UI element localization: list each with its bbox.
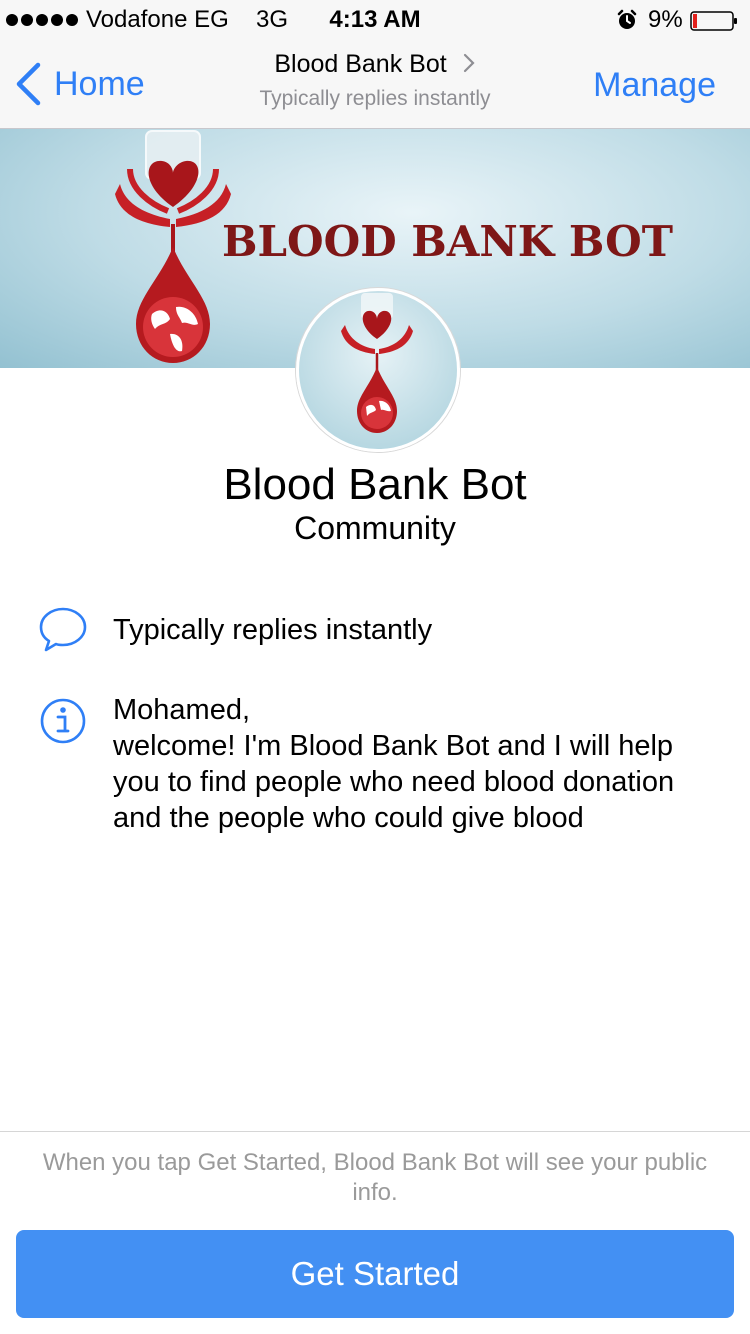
about-row: Mohamed, welcome! I'm Blood Bank Bot and… [38, 692, 718, 872]
avatar[interactable] [296, 288, 460, 452]
back-button[interactable]: Home [14, 60, 145, 108]
response-time-text: Typically replies instantly [113, 614, 433, 646]
chat-bubble-icon [39, 607, 87, 652]
about-text-block: Mohamed, welcome! I'm Blood Bank Bot and… [113, 692, 683, 836]
battery-low-icon [690, 11, 737, 31]
nav-subtitle: Typically replies instantly [259, 87, 491, 110]
response-time-row: Typically replies instantly [38, 604, 718, 654]
page-name: Blood Bank Bot [223, 460, 527, 509]
get-started-button[interactable]: Get Started [16, 1230, 734, 1318]
status-bar: Vodafone EG 3G 4:13 AM 9% [0, 0, 750, 40]
privacy-note: When you tap Get Started, Blood Bank Bot… [42, 1149, 708, 1206]
footer-divider [0, 1131, 750, 1132]
about-description: welcome! I'm Blood Bank Bot and I will h… [113, 730, 675, 834]
back-button-label: Home [54, 64, 145, 103]
navigation-bar: Home Blood Bank Bot Typically replies in… [0, 40, 750, 129]
nav-title-text: Blood Bank Bot [274, 50, 447, 78]
chevron-left-icon [16, 62, 41, 106]
about-greeting: Mohamed, [113, 694, 251, 726]
alarm-clock-icon [617, 9, 637, 29]
blood-drop-avatar-icon [341, 293, 413, 433]
chevron-right-icon [463, 53, 475, 73]
battery-percent: 9% [648, 6, 683, 33]
info-icon [40, 698, 86, 744]
page-category: Community [294, 510, 456, 546]
conversation-title[interactable]: Blood Bank Bot Typically replies instant… [175, 50, 575, 111]
cover-title: BLOOD BANK BOT [222, 217, 673, 266]
manage-button[interactable]: Manage [593, 66, 716, 105]
